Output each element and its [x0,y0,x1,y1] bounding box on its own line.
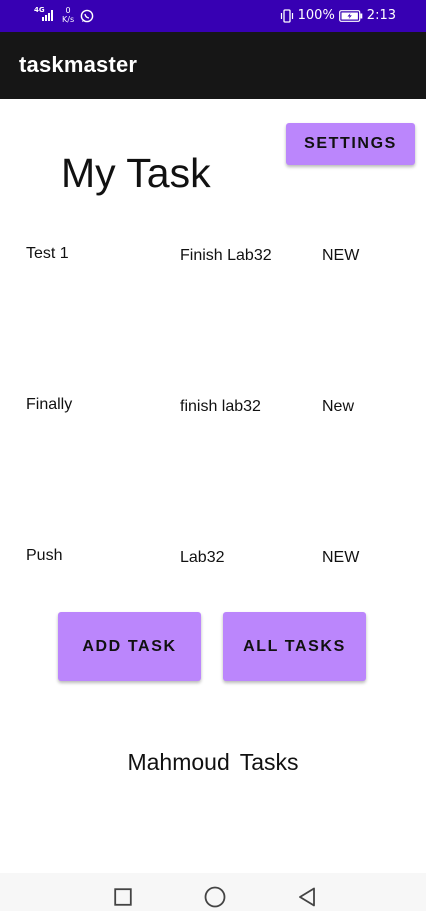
task-title: Finally [26,396,73,413]
task-state: New [322,398,355,415]
task-state: NEW [322,549,360,566]
all-tasks-button[interactable]: ALL TASKS [223,612,366,681]
navigation-bar [0,873,426,911]
add-task-button[interactable]: ADD TASK [58,612,201,681]
task-body: finish lab32 [180,398,261,415]
task-state: NEW [322,247,360,264]
vibrate-icon [280,8,294,23]
network-speed-value: 0 [65,6,71,15]
clock: 2:13 [366,8,396,23]
recents-square-icon[interactable] [113,887,133,907]
status-bar: 4G 0 K/s 100% 2:13 [0,0,426,32]
task-row[interactable]: Finally finish lab32 New [0,395,426,425]
task-body: Finish Lab32 [180,247,272,264]
task-row[interactable]: Test 1 Finish Lab32 NEW [0,244,426,274]
user-tasks-heading: Mahmoud Tasks [127,749,299,775]
battery-percent: 100% [297,8,335,23]
network-speed-unit: K/s [62,15,75,24]
back-triangle-icon[interactable] [297,887,317,907]
status-right-group: 100% 2:13 [280,7,396,24]
task-title: Push [26,547,63,564]
task-body: Lab32 [180,549,225,566]
home-circle-icon[interactable] [204,886,226,908]
status-left-group: 4G 0 K/s [34,6,94,27]
settings-button[interactable]: SETTINGS [286,123,415,165]
signal-icon: 4G [34,6,56,23]
task-title: Test 1 [26,245,69,262]
whatsapp-icon [80,8,94,23]
app-bar: taskmaster [0,32,426,99]
page-title: My Task [61,150,211,196]
app-title: taskmaster [19,52,138,77]
task-row[interactable]: Push Lab32 NEW [0,546,426,576]
battery-charging-icon [338,9,363,22]
network-speed: 0 K/s [62,6,74,24]
